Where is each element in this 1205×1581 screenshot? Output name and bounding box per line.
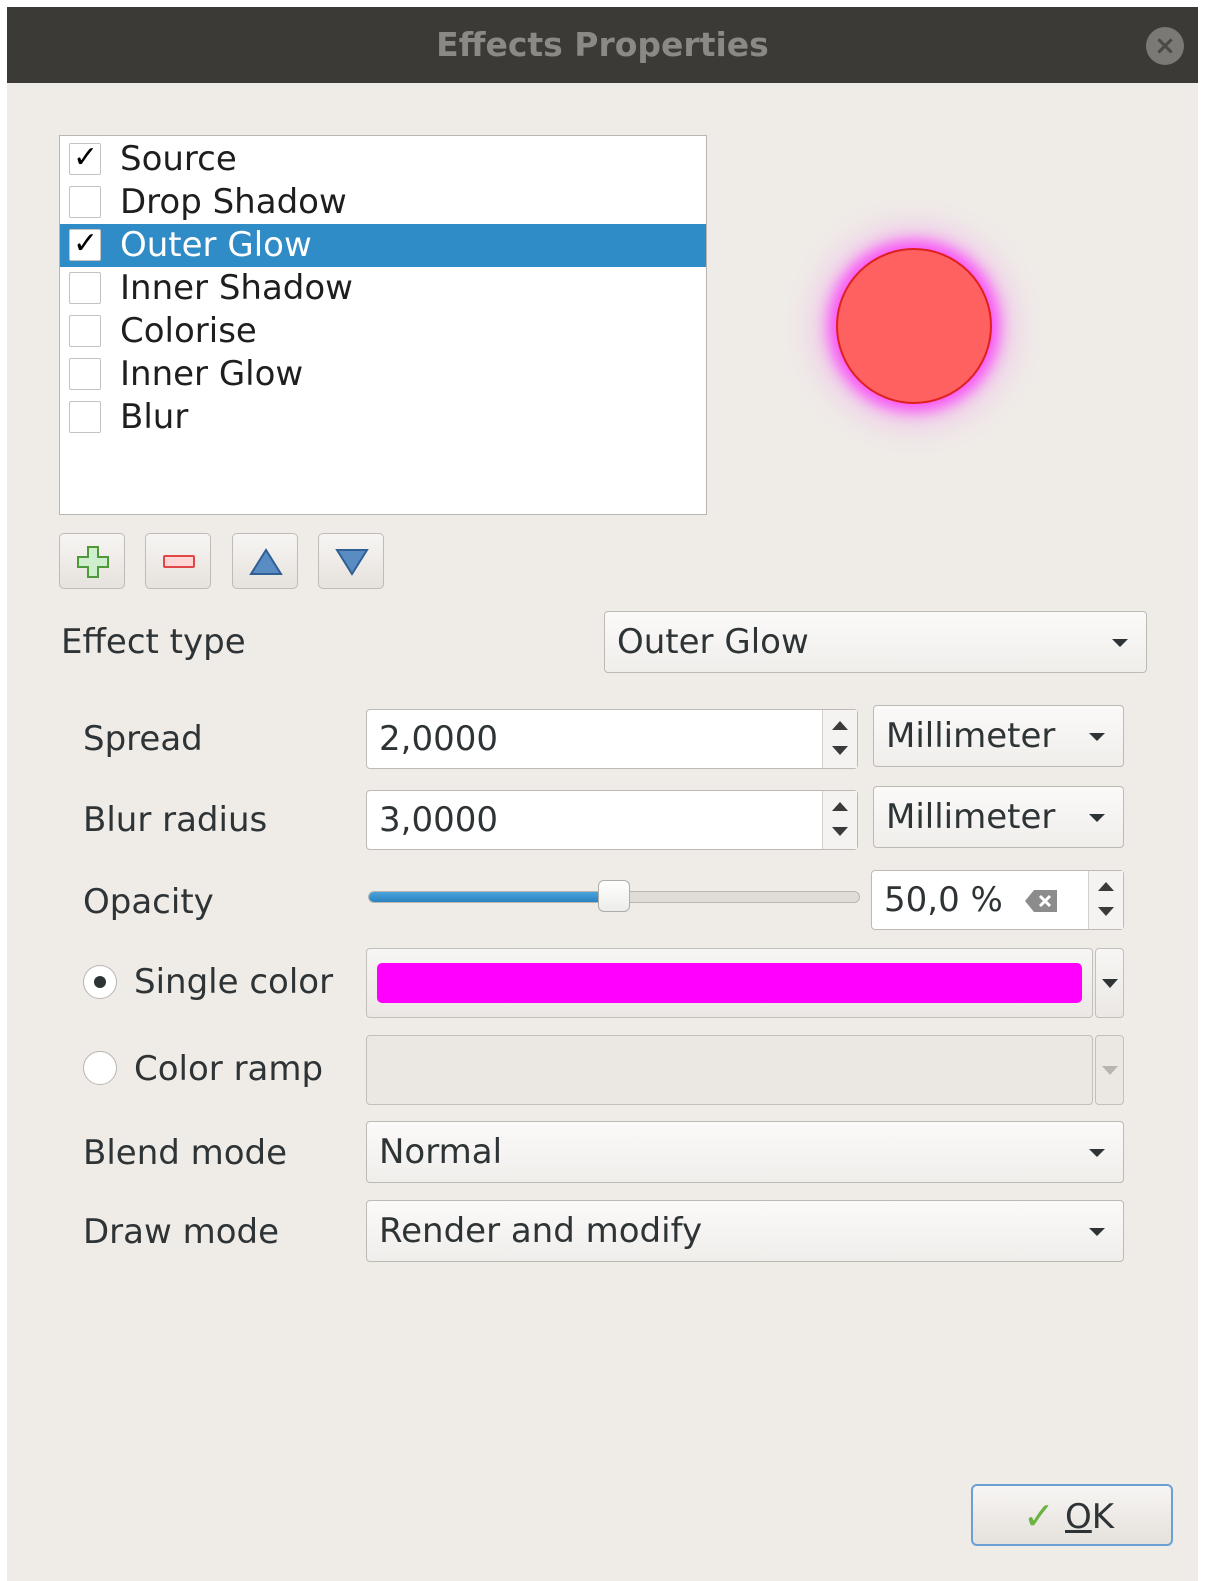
spread-unit-combo[interactable]: Millimeter (873, 705, 1124, 767)
arrow-up-icon (249, 548, 283, 575)
chevron-down-icon (1112, 639, 1128, 647)
ok-button[interactable]: ✓ OK (971, 1484, 1173, 1546)
list-item-inner-glow[interactable]: Inner Glow (60, 353, 706, 396)
spin-down-icon[interactable] (1098, 907, 1114, 916)
opacity-spinbox[interactable]: 50,0 % (871, 870, 1124, 930)
spin-up-icon[interactable] (832, 802, 848, 811)
checkbox-inner-glow[interactable] (69, 358, 101, 390)
plus-icon (77, 546, 109, 578)
list-item-blur[interactable]: Blur (60, 396, 706, 439)
opacity-slider-handle[interactable] (598, 880, 630, 912)
list-item-label: Drop Shadow (120, 182, 347, 222)
blur-radius-stepper[interactable] (822, 791, 857, 849)
list-item-outer-glow[interactable]: Outer Glow (60, 224, 706, 267)
chevron-down-icon (1089, 1149, 1105, 1157)
opacity-stepper[interactable] (1088, 871, 1123, 929)
list-item-label: Inner Shadow (120, 268, 353, 308)
blend-mode-value: Normal (379, 1132, 503, 1172)
spread-label: Spread (83, 719, 203, 759)
checkmark-icon: ✓ (1023, 1494, 1055, 1538)
spin-down-icon[interactable] (832, 746, 848, 755)
spin-up-icon[interactable] (1098, 882, 1114, 891)
color-ramp-button[interactable] (366, 1035, 1093, 1105)
checkbox-blur[interactable] (69, 401, 101, 433)
color-ramp-dropdown[interactable] (1095, 1035, 1124, 1105)
list-item-inner-shadow[interactable]: Inner Shadow (60, 267, 706, 310)
blur-radius-spinbox[interactable]: 3,0000 (366, 790, 858, 850)
title-bar: Effects Properties × (7, 7, 1198, 83)
list-item-colorise[interactable]: Colorise (60, 310, 706, 353)
chevron-down-icon (1102, 1066, 1118, 1075)
single-color-button[interactable] (366, 948, 1093, 1018)
list-item-drop-shadow[interactable]: Drop Shadow (60, 181, 706, 224)
list-item-label: Outer Glow (120, 225, 312, 265)
chevron-down-icon (1089, 814, 1105, 822)
opacity-slider[interactable] (368, 880, 860, 912)
spin-down-icon[interactable] (832, 827, 848, 836)
color-swatch (377, 963, 1082, 1003)
ok-button-label: OK (1065, 1497, 1115, 1537)
effect-type-value: Outer Glow (617, 622, 809, 662)
single-color-dropdown[interactable] (1095, 948, 1124, 1018)
checkbox-outer-glow[interactable] (69, 226, 101, 261)
effects-properties-dialog: Effects Properties × Source Drop Shadow … (7, 7, 1198, 1581)
chevron-down-icon (1102, 979, 1118, 988)
blend-mode-label: Blend mode (83, 1133, 288, 1173)
window-title: Effects Properties (436, 25, 769, 64)
blur-radius-label: Blur radius (83, 800, 268, 840)
draw-mode-combo[interactable]: Render and modify (366, 1200, 1124, 1262)
checkbox-source[interactable] (69, 140, 101, 175)
spin-up-icon[interactable] (832, 721, 848, 730)
blur-unit-value: Millimeter (886, 797, 1056, 837)
arrow-down-icon (335, 549, 369, 576)
list-item-label: Source (120, 139, 237, 179)
blur-radius-value: 3,0000 (379, 800, 498, 840)
effect-type-combo[interactable]: Outer Glow (604, 611, 1147, 673)
effect-preview (836, 248, 992, 404)
spread-spinbox[interactable]: 2,0000 (366, 709, 858, 769)
single-color-label: Single color (134, 962, 334, 1002)
add-effect-button[interactable] (59, 533, 125, 589)
move-up-button[interactable] (232, 533, 298, 589)
opacity-slider-fill (369, 892, 614, 902)
single-color-radio[interactable] (83, 965, 117, 999)
backspace-clear-icon[interactable] (1024, 888, 1060, 914)
blend-mode-combo[interactable]: Normal (366, 1121, 1124, 1183)
list-item-source[interactable]: Source (60, 138, 706, 181)
checkbox-inner-shadow[interactable] (69, 272, 101, 304)
spread-value: 2,0000 (379, 719, 498, 759)
move-down-button[interactable] (318, 533, 384, 589)
remove-effect-button[interactable] (145, 533, 211, 589)
opacity-label: Opacity (83, 882, 214, 922)
draw-mode-label: Draw mode (83, 1212, 280, 1252)
close-icon[interactable]: × (1146, 27, 1184, 65)
checkbox-drop-shadow[interactable] (69, 186, 101, 218)
list-item-label: Colorise (120, 311, 257, 351)
color-ramp-label: Color ramp (134, 1049, 324, 1089)
list-item-label: Inner Glow (120, 354, 304, 394)
minus-icon (163, 555, 195, 568)
spread-stepper[interactable] (822, 710, 857, 768)
effect-type-label: Effect type (61, 622, 246, 662)
color-ramp-radio[interactable] (83, 1051, 117, 1085)
chevron-down-icon (1089, 1228, 1105, 1236)
list-item-label: Blur (120, 397, 189, 437)
spread-unit-value: Millimeter (886, 716, 1056, 756)
checkbox-colorise[interactable] (69, 315, 101, 347)
effects-list[interactable]: Source Drop Shadow Outer Glow Inner Shad… (59, 135, 707, 515)
chevron-down-icon (1089, 733, 1105, 741)
opacity-value: 50,0 % (884, 880, 1003, 920)
draw-mode-value: Render and modify (379, 1211, 703, 1251)
blur-unit-combo[interactable]: Millimeter (873, 786, 1124, 848)
